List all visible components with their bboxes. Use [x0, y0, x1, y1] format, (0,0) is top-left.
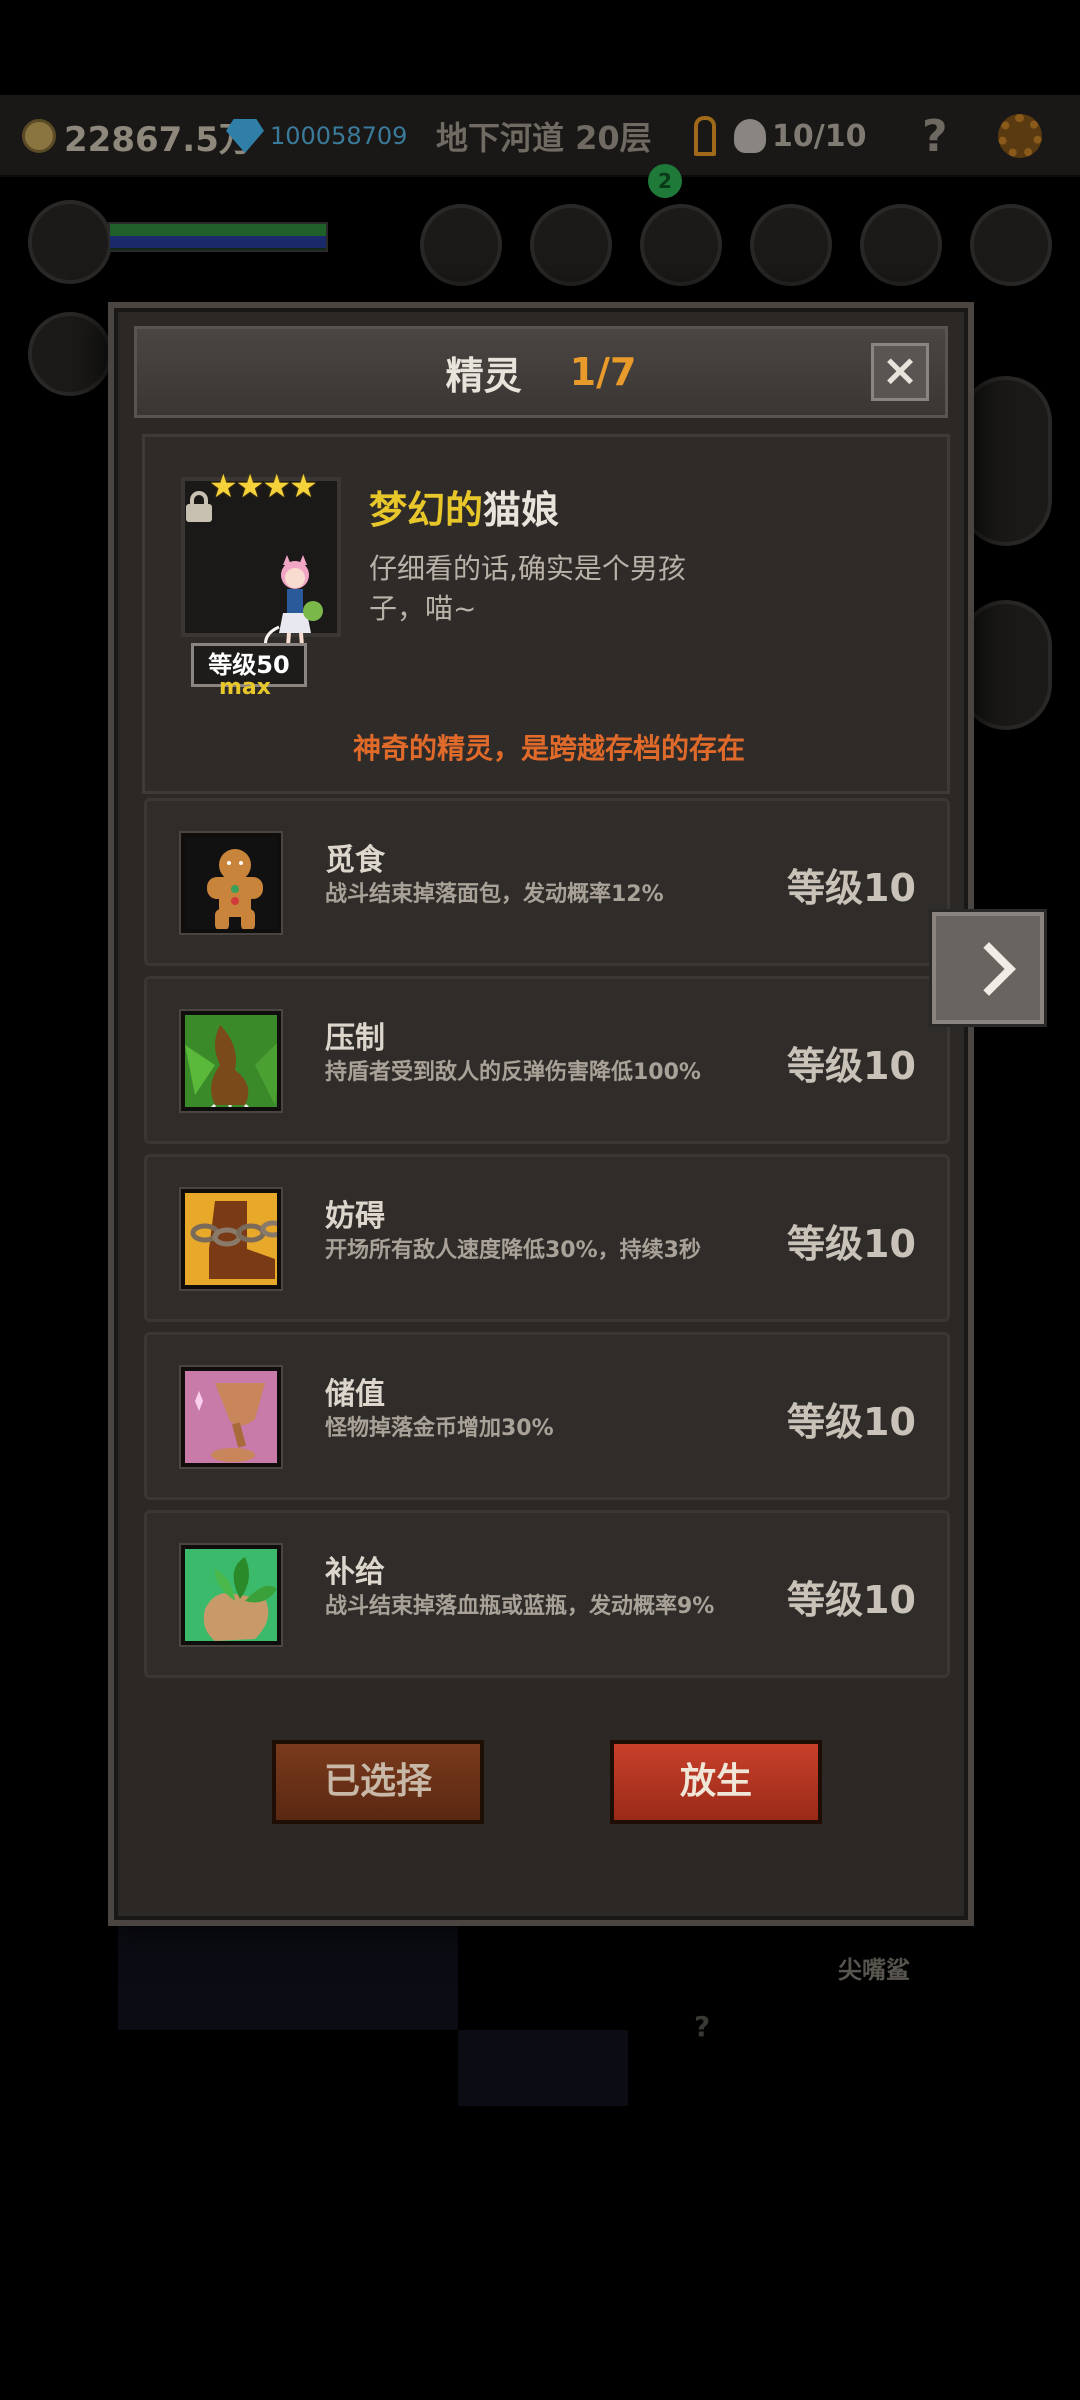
- skill-description: 开场所有敌人速度降低30%，持续3秒: [325, 1238, 701, 1263]
- next-spirit-button[interactable]: [932, 912, 1044, 1024]
- unknown-slot-mark: ?: [694, 2010, 711, 2043]
- mana-fill: [110, 236, 326, 248]
- kill-count: 10/10: [772, 118, 867, 154]
- top-status-bar: 22867.5万 100058709 地下河道 20层 10/10 ?: [0, 95, 1080, 177]
- spirit-description: 仔细看的话,确实是个男孩子，喵~: [369, 552, 686, 625]
- skill-level: 等级10: [787, 1578, 916, 1622]
- rarity-stars: ★★★★: [209, 467, 318, 505]
- spirit-name: 梦幻的猫娘: [369, 479, 559, 534]
- skill-description: 战斗结束掉落面包，发动概率12%: [325, 882, 664, 907]
- skill-name: 妨碍: [325, 1199, 385, 1234]
- skill-level: 等级10: [787, 1222, 916, 1266]
- max-level-label: max: [219, 675, 271, 700]
- skill-level: 等级10: [787, 1044, 916, 1088]
- item-slot-6[interactable]: [970, 204, 1052, 286]
- spirit-special-note: 神奇的精灵，是跨越存档的存在: [352, 732, 745, 765]
- key-display: [694, 95, 722, 177]
- item-slot-1[interactable]: [420, 204, 502, 286]
- dialog-header: 精灵 1/7 ×: [134, 326, 948, 418]
- skull-icon: [734, 119, 766, 153]
- skill-row[interactable]: 觅食 战斗结束掉落面包，发动概率12% 等级10: [144, 798, 950, 966]
- skill-name: 补给: [325, 1555, 385, 1590]
- release-button[interactable]: 放生: [610, 1740, 822, 1824]
- skill-description: 战斗结束掉落血瓶或蓝瓶，发动概率9%: [325, 1594, 715, 1619]
- settings-button[interactable]: [998, 95, 1042, 177]
- spirit-info-card: ★★★★ 等级50 max 梦幻的猫娘 仔细看的话,确实是个男孩子，喵~ 神奇的…: [142, 434, 950, 794]
- gold-coin-icon: [22, 119, 56, 153]
- floor-display: 地下河道 20层: [436, 95, 652, 177]
- gingerbread-icon: [181, 833, 281, 933]
- skill-description: 持盾者受到敌人的反弹伤害降低100%: [325, 1060, 701, 1085]
- kill-counter: 10/10: [734, 95, 866, 177]
- gem-display: 100058709: [226, 95, 407, 177]
- notification-badge: 2: [648, 164, 682, 198]
- health-fill: [110, 224, 326, 236]
- skill-level: 等级10: [787, 866, 916, 910]
- spirit-page-count: 1/7: [569, 350, 637, 394]
- close-button[interactable]: ×: [871, 343, 929, 401]
- help-icon: ?: [922, 110, 948, 162]
- skill-level: 等级10: [787, 1400, 916, 1444]
- lock-icon[interactable]: [185, 491, 213, 522]
- hero-avatar[interactable]: [28, 200, 112, 284]
- skill-row[interactable]: 补给 战斗结束掉落血瓶或蓝瓶，发动概率9% 等级10: [144, 1510, 950, 1678]
- key-icon: [694, 116, 716, 156]
- item-slot-5[interactable]: [860, 204, 942, 286]
- item-slot-3[interactable]: [640, 204, 722, 286]
- skill-name: 储值: [325, 1377, 385, 1412]
- item-slot-2[interactable]: [530, 204, 612, 286]
- help-button[interactable]: ?: [922, 95, 948, 177]
- skill-row[interactable]: 压制 持盾者受到敌人的反弹伤害降低100% 等级10: [144, 976, 950, 1144]
- bottom-panel-right: [458, 2030, 628, 2106]
- skill-name: 觅食: [325, 843, 385, 878]
- skill-name: 压制: [325, 1021, 385, 1056]
- dialog-title: 精灵: [445, 353, 522, 398]
- gold-amount: 22867.5万: [64, 119, 253, 160]
- gem-amount: 100058709: [270, 122, 408, 150]
- bottom-panel-left: [118, 1926, 458, 2030]
- gold-display: 22867.5万: [22, 95, 253, 177]
- chained-boot-icon: [181, 1189, 281, 1289]
- goblet-icon: [181, 1367, 281, 1467]
- diamond-icon: [226, 119, 264, 153]
- health-mana-bar: [108, 222, 328, 252]
- spirit-name-prefix: 梦幻的: [369, 488, 484, 532]
- claw-icon: [181, 1011, 281, 1111]
- skill-row[interactable]: 妨碍 开场所有敌人速度降低30%，持续3秒 等级10: [144, 1154, 950, 1322]
- gear-icon: [998, 114, 1042, 158]
- selected-button[interactable]: 已选择: [272, 1740, 484, 1824]
- herb-hand-icon: [181, 1545, 281, 1645]
- enemy-name-label: 尖嘴鲨: [838, 1956, 910, 1984]
- skill-description: 怪物掉落金币增加30%: [325, 1416, 554, 1441]
- weapon-slot[interactable]: [28, 312, 112, 396]
- spirit-dialog: 精灵 1/7 × ★★★★ 等级50 max 梦幻的猫娘 仔细看的话,确实是个男…: [108, 302, 974, 1926]
- item-slot-4[interactable]: [750, 204, 832, 286]
- floor-label: 地下河道 20层: [436, 119, 652, 157]
- spirit-name-suffix: 猫娘: [483, 488, 560, 532]
- skill-row[interactable]: 储值 怪物掉落金币增加30% 等级10: [144, 1332, 950, 1500]
